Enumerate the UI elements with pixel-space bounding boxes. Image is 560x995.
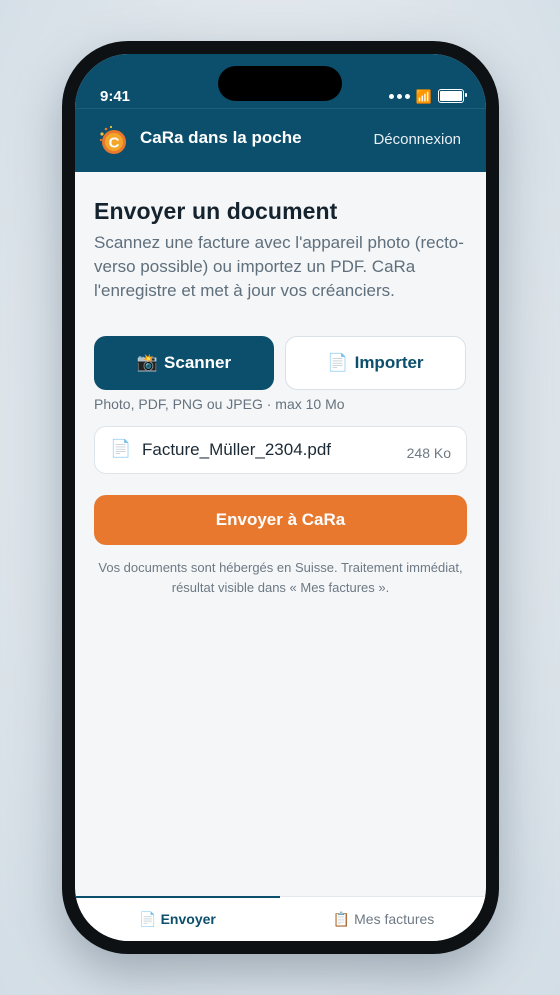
document-icon: 📄 xyxy=(327,353,349,372)
cara-logo-icon: C xyxy=(99,125,126,154)
file-size: 248 Ko xyxy=(406,445,451,461)
footnote: Vos documents sont hébergés en Suisse. T… xyxy=(98,560,463,595)
document-icon: 📄 xyxy=(139,910,157,927)
clipboard-icon: 📋 xyxy=(332,910,351,927)
file-name: Facture_Müller_2304.pdf xyxy=(142,440,332,459)
header-divider xyxy=(75,108,486,109)
selected-file[interactable]: 📄 Facture_Müller_2304.pdf 248 Ko xyxy=(94,426,467,474)
app-title: CaRa dans la poche xyxy=(140,128,302,147)
status-icons: 📶 xyxy=(388,88,467,104)
app-header: 9:41 📶 C CaRa dans la poche Déconnexion xyxy=(75,54,486,172)
tab-label: Mes factures xyxy=(354,911,435,927)
camera-icon: 📸 xyxy=(136,353,159,372)
logout-link[interactable]: Déconnexion xyxy=(373,131,461,148)
wifi-icon: 📶 xyxy=(415,88,432,104)
tab-envoyer[interactable]: 📄 Envoyer xyxy=(75,896,280,941)
send-button[interactable]: Envoyer à CaRa xyxy=(94,495,467,545)
import-button-label: Importer xyxy=(354,353,424,372)
import-button[interactable]: 📄 Importer xyxy=(285,336,466,390)
file-icon: 📄 xyxy=(110,439,132,458)
dynamic-island xyxy=(218,66,342,101)
signal-icon xyxy=(388,93,410,99)
action-buttons: 📸 Scanner 📄 Importer xyxy=(94,336,467,390)
scan-button-label: Scanner xyxy=(164,353,232,372)
scan-button[interactable]: 📸 Scanner xyxy=(94,336,274,390)
tab-bar: 📄 Envoyer 📋 Mes factures xyxy=(75,896,486,941)
svg-text:C: C xyxy=(109,135,120,152)
page-title: Envoyer un document xyxy=(94,198,338,224)
status-time: 9:41 xyxy=(100,88,131,105)
file-format-hint: Photo, PDF, PNG ou JPEG · max 10 Mo xyxy=(94,396,345,412)
battery-icon xyxy=(438,89,467,103)
tab-mes-factures[interactable]: 📋 Mes factures xyxy=(281,897,486,941)
tab-label: Envoyer xyxy=(160,911,216,927)
page-description: Scannez une facture avec l'appareil phot… xyxy=(94,233,464,300)
screen: 9:41 📶 C CaRa dans la poche Déconnexion … xyxy=(75,54,486,941)
phone-frame: 9:41 📶 C CaRa dans la poche Déconnexion … xyxy=(62,41,499,954)
main-content: Envoyer un document Scannez une facture … xyxy=(94,184,467,595)
